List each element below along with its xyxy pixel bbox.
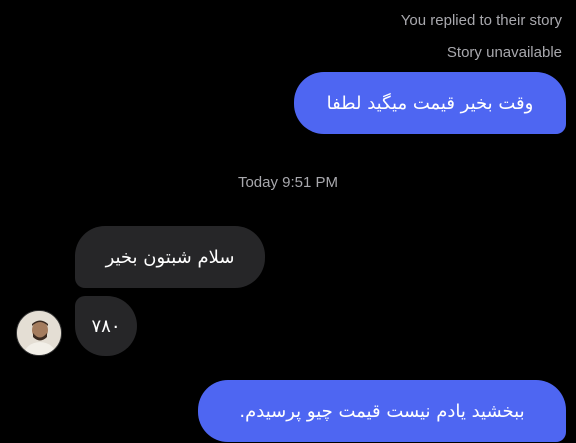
contact-avatar[interactable] <box>16 310 62 356</box>
message-bubble-incoming[interactable]: سلام شبتون بخیر <box>75 226 265 288</box>
story-reply-label: You replied to their story <box>400 12 562 29</box>
chat-thread: You replied to their story Story unavail… <box>0 0 576 443</box>
message-bubble-incoming[interactable]: ۷۸۰ <box>75 296 137 356</box>
chat-timestamp: Today 9:51 PM <box>237 174 339 191</box>
person-avatar-icon <box>17 311 61 355</box>
message-bubble-outgoing[interactable]: ببخشید یادم نیست قیمت چیو پرسیدم. <box>198 380 566 442</box>
story-unavailable-label[interactable]: Story unavailable <box>447 44 562 61</box>
message-bubble-outgoing[interactable]: وقت بخیر قیمت میگید لطفا <box>294 72 566 134</box>
